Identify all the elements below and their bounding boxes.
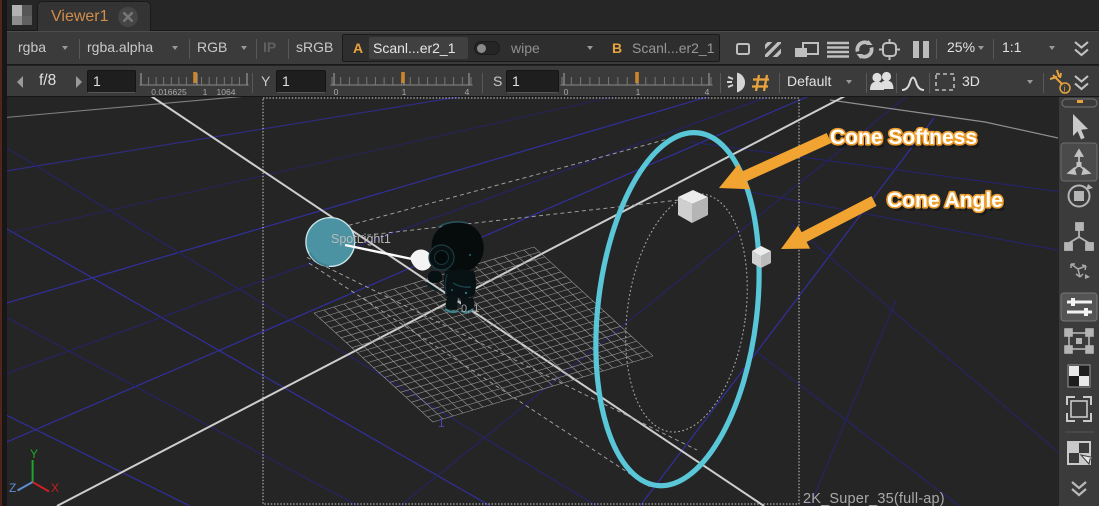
svg-text:4: 4 — [465, 87, 470, 97]
svg-text:Z: Z — [9, 481, 16, 495]
svg-text:2K_Super_35(full-ap): 2K_Super_35(full-ap) — [803, 491, 945, 506]
svg-text:Cone Angle: Cone Angle — [887, 189, 1003, 212]
svg-text:X: X — [51, 481, 59, 495]
svg-text:1: 1 — [636, 87, 641, 97]
svg-text:1: 1 — [203, 87, 208, 97]
svg-text:i: i — [1064, 85, 1066, 94]
svg-text:SpotLight1: SpotLight1 — [331, 232, 391, 246]
svg-text:Cone Softness: Cone Softness — [830, 126, 977, 149]
svg-text:0, 1: 0, 1 — [461, 303, 479, 315]
svg-text:0: 0 — [334, 87, 339, 97]
svg-text:1: 1 — [438, 416, 445, 430]
svg-text:1: 1 — [402, 87, 407, 97]
svg-text:4: 4 — [705, 87, 710, 97]
svg-text:0.016625: 0.016625 — [151, 87, 187, 97]
svg-text:Y: Y — [30, 447, 38, 461]
svg-text:1064: 1064 — [217, 87, 236, 97]
svg-text:0: 0 — [564, 87, 569, 97]
